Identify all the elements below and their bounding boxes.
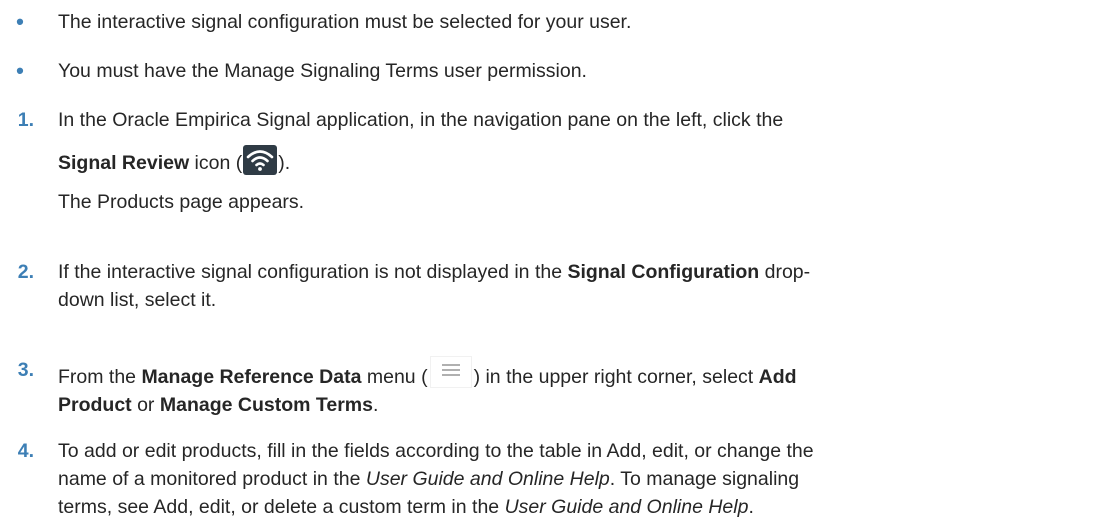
wifi-icon [243,145,278,175]
prerequisite-text: The interactive signal configuration mus… [58,11,632,33]
step-text: In the Oracle Empirica Signal applicatio… [58,109,784,131]
step-result: The Products page appears. [58,191,305,213]
step-item: 1. In the Oracle Empirica Signal applica… [18,106,1081,216]
step-item: 4. To add or edit products, fill in the … [18,437,1081,521]
step-item: 2. If the interactive signal configurati… [18,258,1081,314]
prerequisite-text: You must have the Manage Signaling Terms… [58,60,587,82]
product-label: Product [58,394,132,416]
manage-custom-terms-label: Manage Custom Terms [159,394,373,416]
step-number: 2. [17,261,34,283]
hamburger-menu-icon [429,356,472,388]
signal-configuration-label: Signal Configuration [567,261,760,283]
signal-review-label: Signal Review [58,152,190,174]
instructions-document: • The interactive signal configuration m… [0,0,1095,526]
bullet-marker: • [16,58,24,83]
user-guide-reference: User Guide and Online Help [365,468,610,490]
step-number: 4. [17,440,34,462]
step-item: 3. From the Manage Reference Data menu (… [18,356,1081,419]
user-guide-reference: User Guide and Online Help [504,496,749,518]
step-number: 3. [17,359,34,381]
prerequisite-item: • The interactive signal configuration m… [16,8,1081,36]
prerequisite-item: • You must have the Manage Signaling Ter… [16,57,1081,85]
step-number: 1. [17,109,34,131]
bullet-marker: • [16,9,24,34]
manage-reference-data-label: Manage Reference Data [141,366,362,388]
add-label: Add [758,366,797,388]
